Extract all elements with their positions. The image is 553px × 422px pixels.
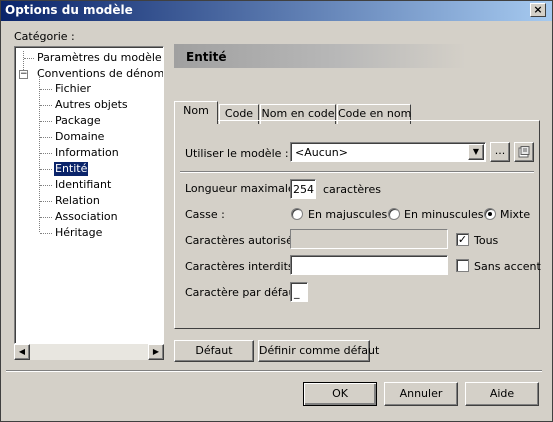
close-button[interactable]: × [530, 3, 546, 17]
case-label: Casse : [185, 208, 225, 221]
window-title: Options du modèle [5, 3, 133, 17]
tree-item-entite[interactable]: Entité [54, 162, 89, 176]
model-combobox-value: <Aucun> [295, 146, 348, 159]
ok-button[interactable]: OK [303, 382, 377, 406]
tree-item-identifiant[interactable]: Identifiant [55, 178, 111, 192]
radio-uppercase-label: En majuscules [308, 208, 388, 221]
use-model-label: Utiliser le modèle : [185, 147, 289, 160]
tree-line [40, 89, 52, 90]
properties-button[interactable] [514, 142, 534, 162]
no-accent-label: Sans accent [474, 260, 541, 273]
radio-selected-dot [488, 212, 492, 216]
properties-icon [518, 146, 530, 158]
default-char-value: _ [294, 286, 300, 299]
tree-line [39, 77, 40, 232]
tree-line [40, 153, 52, 154]
radio-lowercase[interactable] [388, 208, 400, 220]
tree-line [40, 201, 52, 202]
tree-item-relation[interactable]: Relation [55, 194, 100, 208]
panel-header-title: Entité [186, 50, 227, 64]
bottom-separator [6, 370, 542, 372]
tree-item-model-params[interactable]: Paramètres du modèle [37, 51, 162, 65]
cancel-button[interactable]: Annuler [384, 382, 458, 406]
tree-item-information[interactable]: Information [55, 146, 119, 160]
tree-line [40, 137, 52, 138]
allowed-chars-label: Caractères autorisés : [185, 234, 306, 247]
help-button[interactable]: Aide [465, 382, 539, 406]
tree-item-heritage[interactable]: Héritage [55, 226, 102, 240]
tree-item-autres-objets[interactable]: Autres objets [55, 98, 128, 112]
tree-line [40, 121, 52, 122]
forbidden-chars-label: Caractères interdits : [185, 260, 301, 273]
scroll-left-icon[interactable]: ◀ [14, 344, 30, 360]
scroll-right-icon[interactable]: ▶ [148, 344, 164, 360]
no-accent-checkbox[interactable] [456, 259, 469, 272]
browse-ellipsis-button[interactable]: ... [490, 142, 510, 162]
collapse-icon[interactable]: − [19, 70, 28, 79]
panel-header-band [174, 44, 540, 68]
max-length-label: Longueur maximale : [185, 182, 302, 195]
tree-line [24, 58, 34, 59]
max-length-input[interactable]: 254 [290, 179, 316, 199]
default-button[interactable]: Défaut [174, 340, 254, 362]
set-default-button[interactable]: Définir comme défaut [258, 340, 379, 362]
tree-horizontal-scrollbar[interactable]: ◀ ▶ [14, 344, 164, 360]
tree-item-fichier[interactable]: Fichier [55, 82, 91, 96]
tree-line [40, 233, 52, 234]
tree-item-domaine[interactable]: Domaine [55, 130, 104, 144]
all-checkbox-label: Tous [474, 234, 499, 247]
max-length-unit: caractères [323, 183, 381, 196]
radio-lowercase-label: En minuscules [404, 208, 484, 221]
chevron-down-icon[interactable]: ▼ [468, 144, 484, 160]
tree-line [40, 169, 52, 170]
category-label: Catégorie : [14, 30, 75, 43]
model-combobox[interactable]: <Aucun> ▼ [290, 142, 486, 162]
radio-mixed-label: Mixte [500, 208, 531, 221]
allowed-chars-input [290, 229, 448, 249]
radio-uppercase[interactable] [291, 208, 303, 220]
tree-item-package[interactable]: Package [55, 114, 101, 128]
tree-line [40, 105, 52, 106]
category-tree[interactable]: Paramètres du modèle − Conventions de dé… [14, 46, 164, 344]
max-length-value: 254 [293, 183, 314, 196]
default-char-input[interactable]: _ [290, 282, 308, 302]
default-char-label: Caractère par défaut : [185, 286, 307, 299]
tab-nom[interactable]: Nom [174, 101, 218, 124]
tree-line [40, 185, 52, 186]
all-checkbox[interactable]: ✓ [456, 233, 469, 246]
tree-item-naming-conventions[interactable]: Conventions de dénominat [37, 67, 163, 81]
forbidden-chars-input[interactable] [290, 255, 448, 275]
separator [180, 171, 534, 173]
tree-line [40, 217, 52, 218]
radio-mixed[interactable] [484, 208, 496, 220]
tree-item-association[interactable]: Association [55, 210, 118, 224]
